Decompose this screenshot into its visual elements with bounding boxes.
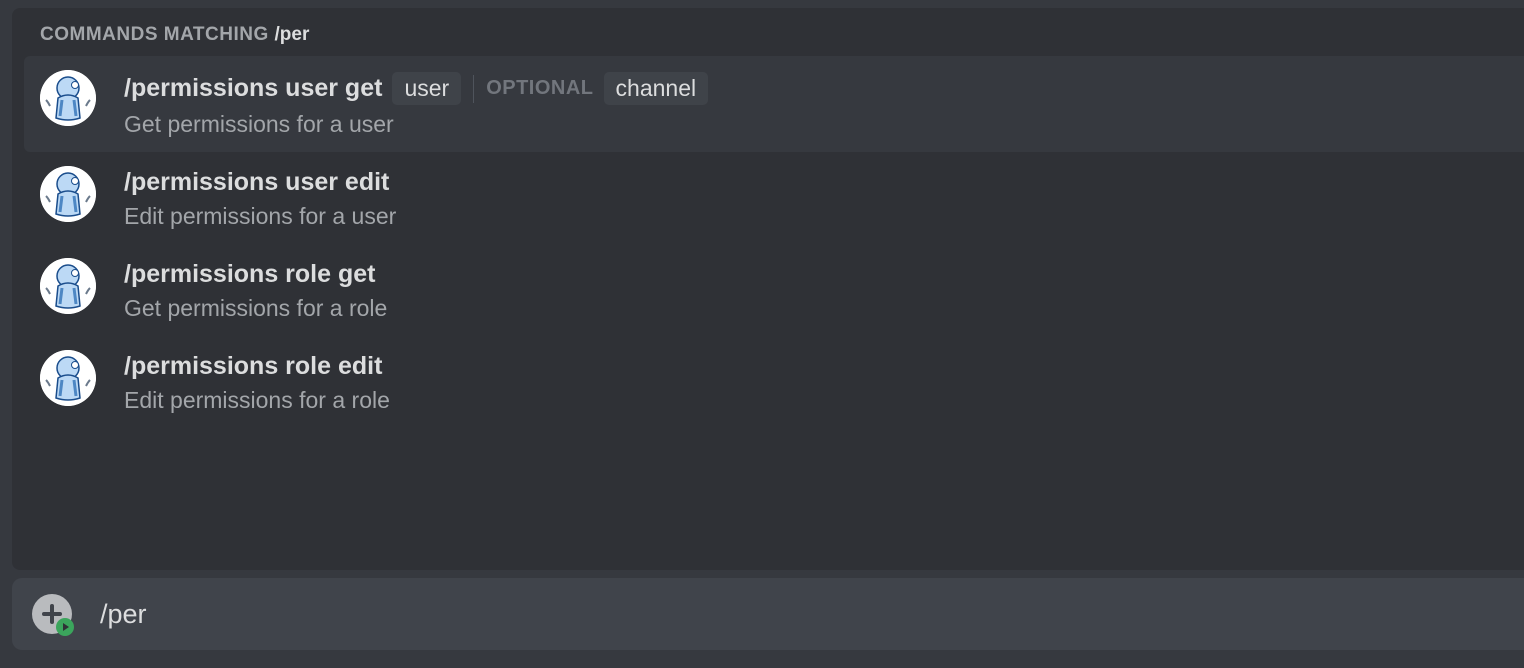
command-description: Edit permissions for a role: [124, 387, 1508, 414]
param-divider: [473, 75, 474, 103]
bot-avatar-icon: [40, 350, 96, 406]
message-input-bar[interactable]: /per: [12, 578, 1524, 650]
command-item[interactable]: /permissions role get Get permissions for…: [24, 244, 1524, 336]
command-name: /permissions user get: [124, 74, 382, 103]
command-content: /permissions user get user OPTIONAL channel…: [124, 70, 1508, 138]
nitro-play-badge-icon: [56, 618, 74, 636]
command-content: /permissions user edit Edit permissions f…: [124, 166, 1508, 230]
message-input[interactable]: /per: [100, 599, 147, 630]
command-name: /permissions role get: [124, 260, 375, 289]
bot-avatar-icon: [40, 166, 96, 222]
bot-avatar-icon: [40, 258, 96, 314]
header-query: /per: [275, 24, 310, 45]
command-item[interactable]: /permissions role edit Edit permissions f…: [24, 336, 1524, 428]
command-line: /permissions role get: [124, 260, 1508, 289]
bot-avatar-icon: [40, 70, 96, 126]
command-line: /permissions role edit: [124, 352, 1508, 381]
command-name: /permissions user edit: [124, 168, 389, 197]
plus-icon[interactable]: [32, 594, 72, 634]
command-description: Get permissions for a role: [124, 295, 1508, 322]
command-item[interactable]: /permissions user edit Edit permissions f…: [24, 152, 1524, 244]
command-suggestions-panel: COMMANDS MATCHING /per /permissions user…: [12, 8, 1524, 570]
param-required: user: [392, 72, 461, 105]
suggestions-header: COMMANDS MATCHING /per: [12, 24, 1524, 56]
command-description: Edit permissions for a user: [124, 203, 1508, 230]
command-name: /permissions role edit: [124, 352, 382, 381]
param-optional: channel: [604, 72, 709, 105]
command-line: /permissions user edit: [124, 168, 1508, 197]
command-list: /permissions user get user OPTIONAL channel…: [12, 56, 1524, 428]
command-content: /permissions role get Get permissions for…: [124, 258, 1508, 322]
header-label: COMMANDS MATCHING: [40, 24, 275, 45]
command-description: Get permissions for a user: [124, 111, 1508, 138]
command-line: /permissions user get user OPTIONAL channel: [124, 72, 1508, 105]
optional-label: OPTIONAL: [486, 77, 593, 100]
command-item[interactable]: /permissions user get user OPTIONAL channel…: [24, 56, 1524, 152]
command-content: /permissions role edit Edit permissions f…: [124, 350, 1508, 414]
